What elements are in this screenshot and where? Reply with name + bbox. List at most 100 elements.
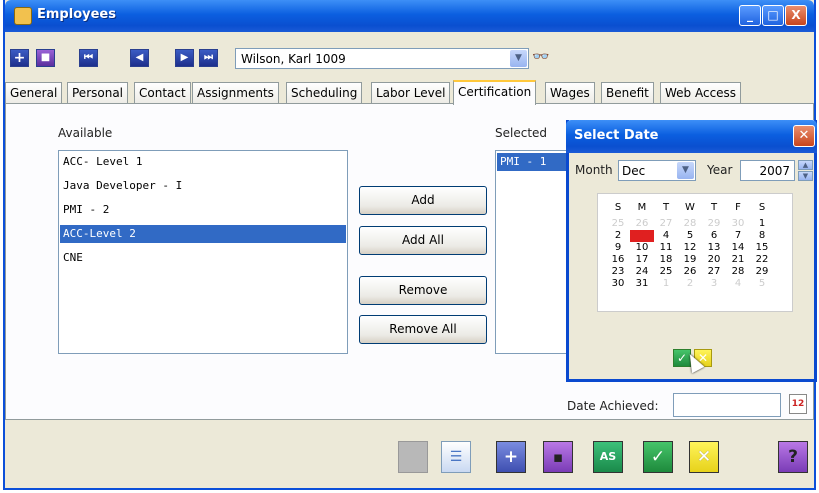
calendar-day[interactable]: 13: [702, 242, 726, 254]
calendar-day[interactable]: 23: [606, 266, 630, 278]
calendar-day[interactable]: 2: [606, 230, 630, 242]
calendar-day[interactable]: 1: [654, 278, 678, 290]
selected-list[interactable]: PMI - 1: [495, 150, 575, 354]
calendar-day[interactable]: 22: [750, 254, 774, 266]
maximize-button[interactable]: □: [762, 5, 784, 26]
window-title: Employees: [37, 7, 116, 22]
calendar-day[interactable]: 29: [750, 266, 774, 278]
calendar-day[interactable]: 14: [726, 242, 750, 254]
calendar-day[interactable]: 30: [726, 218, 750, 230]
add-button[interactable]: Add: [359, 186, 487, 215]
save-as-icon[interactable]: AS: [593, 441, 623, 473]
calendar-day[interactable]: 9: [606, 242, 630, 254]
weekday-header: M: [637, 202, 647, 213]
binoculars-icon[interactable]: 👓: [532, 49, 549, 65]
employee-combo[interactable]: Wilson, Karl 1009 ▼: [235, 48, 529, 69]
last-record-button[interactable]: ⏭: [199, 49, 218, 67]
tab-general[interactable]: General: [5, 82, 63, 104]
calendar-day[interactable]: 1: [750, 218, 774, 230]
calendar-day[interactable]: 25: [654, 266, 678, 278]
document-icon[interactable]: ☰: [441, 441, 471, 473]
calendar-day[interactable]: 19: [678, 254, 702, 266]
tab-contact[interactable]: Contact: [134, 82, 191, 104]
calendar-day[interactable]: 6: [702, 230, 726, 242]
year-input[interactable]: 2007: [740, 160, 795, 181]
record-toolbar: + ■ ⏮ ◀ ▶ ⏭ Wilson, Karl 1009 ▼ 👓: [5, 35, 814, 73]
tab-certification[interactable]: Certification: [453, 80, 537, 105]
remove-all-button[interactable]: Remove All: [359, 315, 487, 344]
calendar-day[interactable]: 18: [654, 254, 678, 266]
tab-wages[interactable]: Wages: [545, 82, 595, 104]
checkmark-icon[interactable]: ✓: [643, 441, 673, 473]
list-item[interactable]: Java Developer - I: [60, 177, 346, 195]
calendar-day[interactable]: 27: [702, 266, 726, 278]
minimize-button[interactable]: _: [739, 5, 761, 26]
save-record-icon[interactable]: ■: [36, 49, 55, 67]
x-icon[interactable]: ✕: [689, 441, 719, 473]
chevron-down-icon[interactable]: ▼: [677, 162, 694, 179]
list-item[interactable]: PMI - 2: [60, 201, 346, 219]
weekday-header: T: [662, 202, 670, 213]
first-record-button[interactable]: ⏮: [79, 49, 98, 67]
calendar-day[interactable]: 29: [702, 218, 726, 230]
available-list[interactable]: ACC- Level 1 Java Developer - I PMI - 2 …: [58, 150, 348, 354]
calendar-day[interactable]: 17: [630, 254, 654, 266]
list-item[interactable]: CNE: [60, 249, 346, 267]
tab-scheduling[interactable]: Scheduling: [286, 82, 363, 104]
year-up-icon[interactable]: ▲: [798, 160, 813, 170]
calendar-day[interactable]: 28: [726, 266, 750, 278]
calendar-day[interactable]: 5: [678, 230, 702, 242]
tab-assignments[interactable]: Assignments: [192, 82, 279, 104]
calendar-day[interactable]: 21: [726, 254, 750, 266]
year-down-icon[interactable]: ▼: [798, 171, 813, 181]
tab-personal[interactable]: Personal: [67, 82, 129, 104]
calendar-day[interactable]: 8: [750, 230, 774, 242]
new-record-icon[interactable]: +: [10, 49, 29, 67]
calendar-day[interactable]: 12: [678, 242, 702, 254]
add-all-button[interactable]: Add All: [359, 226, 487, 255]
close-button[interactable]: X: [785, 5, 807, 26]
calendar-day[interactable]: 28: [678, 218, 702, 230]
calendar-day[interactable]: 4: [654, 230, 678, 242]
month-select[interactable]: Dec ▼: [618, 160, 696, 181]
tab-benefit[interactable]: Benefit: [601, 82, 654, 104]
calendar-day[interactable]: 27: [654, 218, 678, 230]
list-item-selected[interactable]: PMI - 1: [497, 153, 573, 171]
calendar-day[interactable]: 30: [606, 278, 630, 290]
tab-labor-level[interactable]: Labor Level: [371, 82, 451, 104]
window-titlebar[interactable]: Employees _ □ X: [5, 0, 814, 32]
plus-icon[interactable]: +: [496, 441, 526, 473]
calendar-day[interactable]: 16: [606, 254, 630, 266]
weekday-header: S: [758, 202, 766, 213]
calendar-day[interactable]: 10: [630, 242, 654, 254]
calendar-day[interactable]: 5: [750, 278, 774, 290]
close-icon[interactable]: ✕: [793, 125, 815, 147]
date-achieved-input[interactable]: [673, 393, 781, 417]
dialog-titlebar[interactable]: Select Date ✕: [566, 120, 817, 153]
calendar-day[interactable]: 15: [750, 242, 774, 254]
employee-combo-value: Wilson, Karl 1009: [241, 52, 346, 66]
calendar-day[interactable]: 26: [678, 266, 702, 278]
month-label: Month: [575, 163, 613, 177]
calendar-day[interactable]: 3: [630, 230, 654, 242]
calendar-day[interactable]: 7: [726, 230, 750, 242]
calendar-day[interactable]: 31: [630, 278, 654, 290]
calendar-day[interactable]: 4: [726, 278, 750, 290]
remove-button[interactable]: Remove: [359, 276, 487, 305]
list-item[interactable]: ACC- Level 1: [60, 153, 346, 171]
prev-record-button[interactable]: ◀: [130, 49, 149, 67]
calendar-day[interactable]: 3: [702, 278, 726, 290]
calendar-day[interactable]: 20: [702, 254, 726, 266]
question-icon[interactable]: ?: [778, 441, 808, 473]
floppy-icon[interactable]: ▪: [543, 441, 573, 473]
calendar-day[interactable]: 24: [630, 266, 654, 278]
list-item-selected[interactable]: ACC-Level 2: [60, 225, 346, 243]
calendar-day[interactable]: 25: [606, 218, 630, 230]
calendar-day[interactable]: 2: [678, 278, 702, 290]
calendar-day[interactable]: 26: [630, 218, 654, 230]
calendar-icon[interactable]: 12: [789, 394, 807, 414]
calendar-day[interactable]: 11: [654, 242, 678, 254]
tab-web-access[interactable]: Web Access: [660, 82, 742, 104]
next-record-button[interactable]: ▶: [175, 49, 194, 67]
chevron-down-icon[interactable]: ▼: [510, 50, 527, 67]
